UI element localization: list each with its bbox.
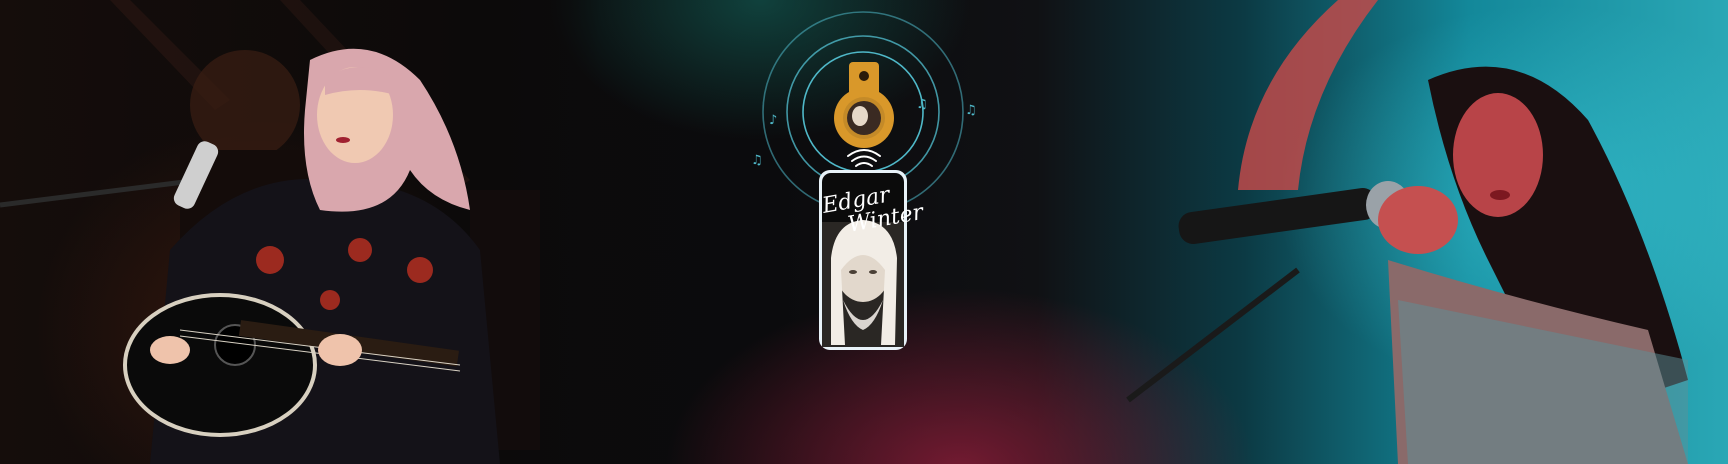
music-note-icon: ♫ [965,103,977,118]
music-note-icon: ♫ [916,97,928,112]
singer-photo [1088,0,1728,464]
music-note-icon: ♫ [751,153,763,168]
guitarist-photo [0,0,600,464]
hero-banner: ♪ ♫ ♫ ♫ Edgar Winter [0,0,1728,464]
music-note-icon: ♪ [769,113,777,128]
key-tag-icon [834,62,894,148]
nfc-signal-icon [847,149,881,167]
